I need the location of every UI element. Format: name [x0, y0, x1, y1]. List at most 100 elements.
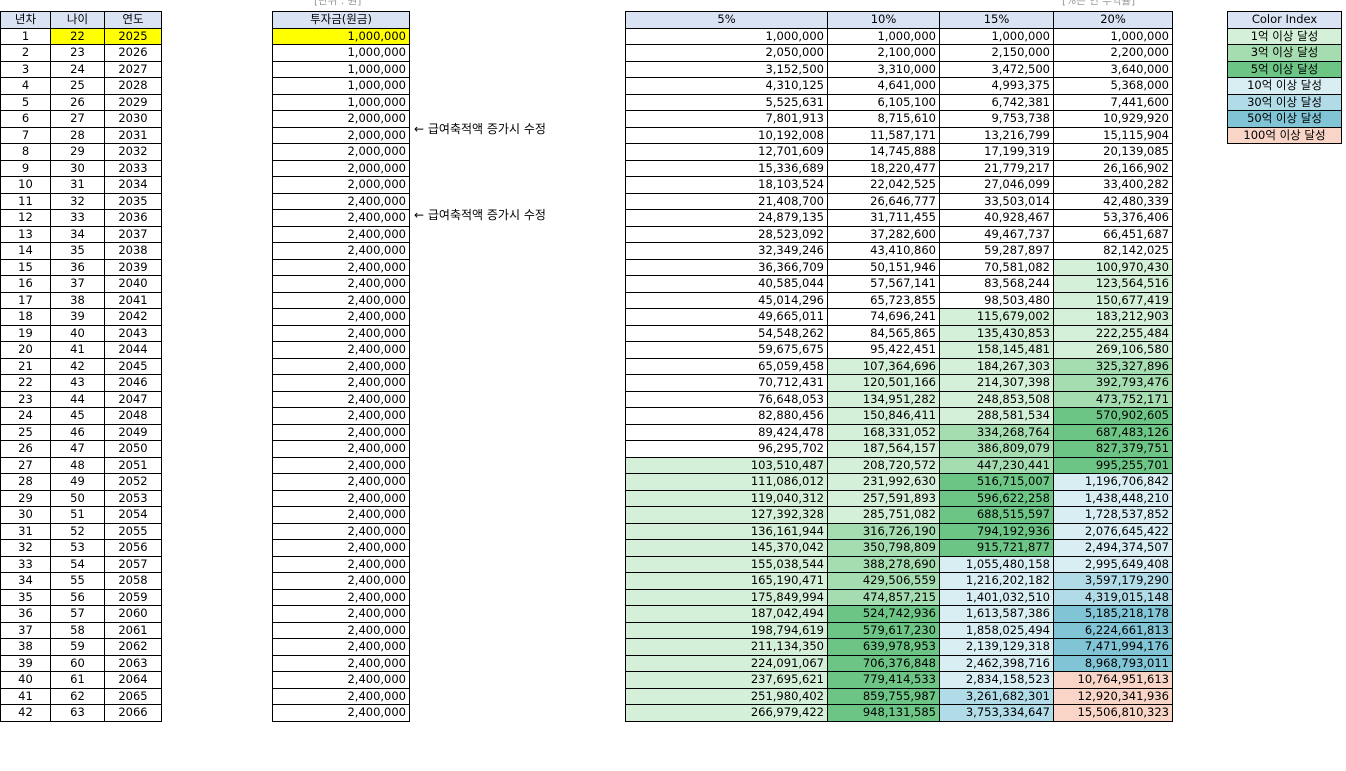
- age-cell[interactable]: 61: [50, 671, 105, 689]
- value-cell-rate-10[interactable]: 57,567,141: [827, 275, 940, 293]
- year-cell[interactable]: 2051: [104, 456, 162, 474]
- age-cell[interactable]: 26: [50, 93, 105, 111]
- year-no-cell[interactable]: 11: [0, 192, 51, 210]
- value-cell-rate-5[interactable]: 59,675,675: [625, 341, 828, 359]
- year-cell[interactable]: 2035: [104, 192, 162, 210]
- value-cell-rate-10[interactable]: 285,751,082: [827, 506, 940, 524]
- year-no-cell[interactable]: 17: [0, 291, 51, 309]
- year-no-cell[interactable]: 28: [0, 473, 51, 491]
- year-no-cell[interactable]: 21: [0, 357, 51, 375]
- value-cell-rate-20[interactable]: 183,212,903: [1053, 308, 1173, 326]
- year-cell[interactable]: 2061: [104, 621, 162, 639]
- age-cell[interactable]: 25: [50, 77, 105, 95]
- value-cell-rate-10[interactable]: 65,723,855: [827, 291, 940, 309]
- header-rate-5[interactable]: 5%: [625, 11, 828, 29]
- age-cell[interactable]: 63: [50, 704, 105, 722]
- year-cell[interactable]: 2062: [104, 638, 162, 656]
- value-cell-rate-15[interactable]: 17,199,319: [939, 143, 1054, 161]
- value-cell-rate-15[interactable]: 3,261,682,301: [939, 687, 1054, 705]
- value-cell-rate-10[interactable]: 948,131,585: [827, 704, 940, 722]
- age-cell[interactable]: 60: [50, 654, 105, 672]
- value-cell-rate-20[interactable]: 5,185,218,178: [1053, 605, 1173, 623]
- value-cell-rate-20[interactable]: 10,929,920: [1053, 110, 1173, 128]
- year-no-cell[interactable]: 25: [0, 423, 51, 441]
- investment-cell[interactable]: 2,400,000: [272, 258, 410, 276]
- value-cell-rate-10[interactable]: 429,506,559: [827, 572, 940, 590]
- value-cell-rate-15[interactable]: 688,515,597: [939, 506, 1054, 524]
- year-cell[interactable]: 2055: [104, 522, 162, 540]
- year-no-cell[interactable]: 20: [0, 341, 51, 359]
- year-no-cell[interactable]: 41: [0, 687, 51, 705]
- legend-item[interactable]: 30억 이상 달성: [1227, 93, 1342, 111]
- value-cell-rate-10[interactable]: 120,501,166: [827, 374, 940, 392]
- year-no-cell[interactable]: 40: [0, 671, 51, 689]
- age-cell[interactable]: 38: [50, 291, 105, 309]
- value-cell-rate-10[interactable]: 31,711,455: [827, 209, 940, 227]
- investment-cell[interactable]: 2,400,000: [272, 225, 410, 243]
- year-cell[interactable]: 2058: [104, 572, 162, 590]
- value-cell-rate-20[interactable]: 2,200,000: [1053, 44, 1173, 62]
- year-no-cell[interactable]: 18: [0, 308, 51, 326]
- value-cell-rate-20[interactable]: 20,139,085: [1053, 143, 1173, 161]
- age-cell[interactable]: 54: [50, 555, 105, 573]
- investment-cell[interactable]: 2,400,000: [272, 275, 410, 293]
- value-cell-rate-5[interactable]: 103,510,487: [625, 456, 828, 474]
- investment-cell[interactable]: 2,400,000: [272, 555, 410, 573]
- value-cell-rate-5[interactable]: 198,794,619: [625, 621, 828, 639]
- value-cell-rate-5[interactable]: 136,161,944: [625, 522, 828, 540]
- legend-item[interactable]: 5억 이상 달성: [1227, 60, 1342, 78]
- value-cell-rate-5[interactable]: 49,665,011: [625, 308, 828, 326]
- value-cell-rate-20[interactable]: 15,506,810,323: [1053, 704, 1173, 722]
- value-cell-rate-10[interactable]: 208,720,572: [827, 456, 940, 474]
- value-cell-rate-15[interactable]: 915,721,877: [939, 539, 1054, 557]
- value-cell-rate-10[interactable]: 474,857,215: [827, 588, 940, 606]
- value-cell-rate-10[interactable]: 84,565,865: [827, 324, 940, 342]
- value-cell-rate-15[interactable]: 1,613,587,386: [939, 605, 1054, 623]
- value-cell-rate-15[interactable]: 288,581,534: [939, 407, 1054, 425]
- age-cell[interactable]: 45: [50, 407, 105, 425]
- age-cell[interactable]: 55: [50, 572, 105, 590]
- age-cell[interactable]: 37: [50, 275, 105, 293]
- age-cell[interactable]: 48: [50, 456, 105, 474]
- legend-item[interactable]: 50억 이상 달성: [1227, 110, 1342, 128]
- value-cell-rate-5[interactable]: 24,879,135: [625, 209, 828, 227]
- age-cell[interactable]: 59: [50, 638, 105, 656]
- age-cell[interactable]: 50: [50, 489, 105, 507]
- value-cell-rate-5[interactable]: 36,366,709: [625, 258, 828, 276]
- header-year[interactable]: 연도: [104, 11, 162, 29]
- age-cell[interactable]: 57: [50, 605, 105, 623]
- value-cell-rate-10[interactable]: 779,414,533: [827, 671, 940, 689]
- value-cell-rate-5[interactable]: 4,310,125: [625, 77, 828, 95]
- value-cell-rate-20[interactable]: 10,764,951,613: [1053, 671, 1173, 689]
- year-no-cell[interactable]: 37: [0, 621, 51, 639]
- value-cell-rate-20[interactable]: 42,480,339: [1053, 192, 1173, 210]
- value-cell-rate-20[interactable]: 1,000,000: [1053, 27, 1173, 45]
- value-cell-rate-20[interactable]: 123,564,516: [1053, 275, 1173, 293]
- investment-cell[interactable]: 2,400,000: [272, 605, 410, 623]
- value-cell-rate-5[interactable]: 28,523,092: [625, 225, 828, 243]
- value-cell-rate-5[interactable]: 119,040,312: [625, 489, 828, 507]
- year-cell[interactable]: 2054: [104, 506, 162, 524]
- value-cell-rate-5[interactable]: 15,336,689: [625, 159, 828, 177]
- value-cell-rate-10[interactable]: 150,846,411: [827, 407, 940, 425]
- year-cell[interactable]: 2037: [104, 225, 162, 243]
- value-cell-rate-10[interactable]: 350,798,809: [827, 539, 940, 557]
- year-no-cell[interactable]: 32: [0, 539, 51, 557]
- age-cell[interactable]: 31: [50, 176, 105, 194]
- value-cell-rate-5[interactable]: 237,695,621: [625, 671, 828, 689]
- year-no-cell[interactable]: 16: [0, 275, 51, 293]
- value-cell-rate-15[interactable]: 33,503,014: [939, 192, 1054, 210]
- investment-cell[interactable]: 2,400,000: [272, 341, 410, 359]
- investment-cell[interactable]: 2,400,000: [272, 407, 410, 425]
- age-cell[interactable]: 52: [50, 522, 105, 540]
- investment-cell[interactable]: 2,000,000: [272, 126, 410, 144]
- value-cell-rate-5[interactable]: 3,152,500: [625, 60, 828, 78]
- year-no-cell[interactable]: 30: [0, 506, 51, 524]
- year-cell[interactable]: 2025: [104, 27, 162, 45]
- value-cell-rate-10[interactable]: 231,992,630: [827, 473, 940, 491]
- year-no-cell[interactable]: 22: [0, 374, 51, 392]
- investment-cell[interactable]: 2,400,000: [272, 440, 410, 458]
- year-no-cell[interactable]: 10: [0, 176, 51, 194]
- year-no-cell[interactable]: 5: [0, 93, 51, 111]
- header-year-no[interactable]: 년차: [0, 11, 51, 29]
